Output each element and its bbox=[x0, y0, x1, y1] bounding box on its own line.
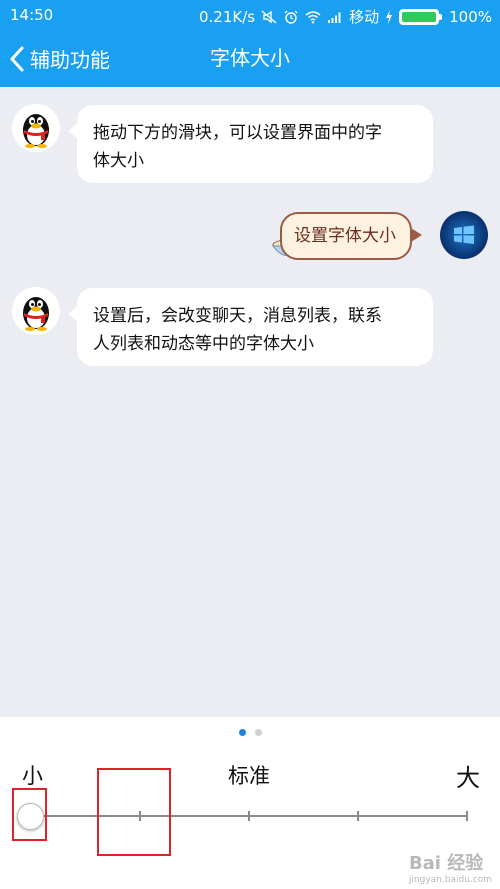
highlight-box bbox=[97, 768, 171, 856]
my-message-bubble: 设置字体大小 bbox=[280, 212, 422, 260]
status-right: 0.21K/s 移动 100% bbox=[199, 6, 492, 27]
message-text-line: 拖动下方的滑块，可以设置界面中的字 bbox=[93, 123, 382, 143]
user-avatar bbox=[440, 211, 488, 259]
slider-tick bbox=[466, 811, 468, 821]
message-text-line: 体大小 bbox=[93, 151, 144, 171]
penguin-icon bbox=[23, 114, 49, 148]
page-indicator bbox=[0, 729, 500, 736]
highlight-box bbox=[12, 788, 47, 841]
signal-icon bbox=[328, 12, 341, 23]
penguin-icon bbox=[23, 297, 49, 331]
message-bubble: 拖动下方的滑块，可以设置界面中的字 体大小 bbox=[68, 105, 433, 183]
qq-penguin-avatar bbox=[12, 104, 60, 152]
network-speed: 0.21K/s bbox=[198, 7, 256, 26]
size-label-large: 大 bbox=[456, 764, 480, 792]
chat-preview-area: 拖动下方的滑块，可以设置界面中的字 体大小 设置字体大小 设置后，会改变聊天，消… bbox=[0, 87, 500, 717]
page-dot[interactable] bbox=[254, 729, 262, 736]
message-bubble: 设置后，会改变聊天，消息列表，联系 人列表和动态等中的字体大小 bbox=[68, 288, 433, 366]
carrier-label: 移动 bbox=[349, 8, 380, 26]
watermark-url: jingyan.baidu.com bbox=[408, 875, 492, 885]
back-label: 辅助功能 bbox=[30, 48, 110, 72]
battery-fill bbox=[402, 11, 437, 22]
message-text-line: 人列表和动态等中的字体大小 bbox=[93, 334, 314, 354]
watermark-brand: Bai 经验 bbox=[408, 853, 484, 874]
page-dot-active[interactable] bbox=[238, 729, 246, 736]
message-text: 设置字体大小 bbox=[294, 226, 396, 246]
status-bar: 14:50 0.21K/s 移动 100% bbox=[0, 0, 500, 30]
watermark: Bai 经验 jingyan.baidu.com bbox=[409, 849, 492, 885]
windows-logo-icon bbox=[454, 225, 474, 244]
alarm-icon bbox=[284, 10, 298, 24]
back-button[interactable]: 辅助功能 bbox=[8, 30, 110, 87]
size-label-small: 小 bbox=[22, 764, 43, 788]
qq-penguin-avatar bbox=[12, 287, 60, 335]
charging-icon bbox=[386, 9, 393, 24]
slider-tick bbox=[357, 811, 359, 821]
wifi-icon bbox=[305, 10, 321, 23]
slider-tick bbox=[248, 811, 250, 821]
status-time: 14:50 bbox=[10, 6, 54, 24]
battery-percent: 100% bbox=[449, 7, 492, 26]
battery-icon bbox=[399, 8, 443, 25]
message-text-line: 设置后，会改变聊天，消息列表，联系 bbox=[93, 306, 382, 326]
chevron-left-icon bbox=[10, 46, 24, 71]
title-bar: 辅助功能 字体大小 bbox=[0, 30, 500, 87]
no-sound-icon bbox=[261, 9, 277, 24]
size-label-standard: 标准 bbox=[228, 764, 270, 788]
font-size-slider-track[interactable] bbox=[30, 811, 468, 821]
